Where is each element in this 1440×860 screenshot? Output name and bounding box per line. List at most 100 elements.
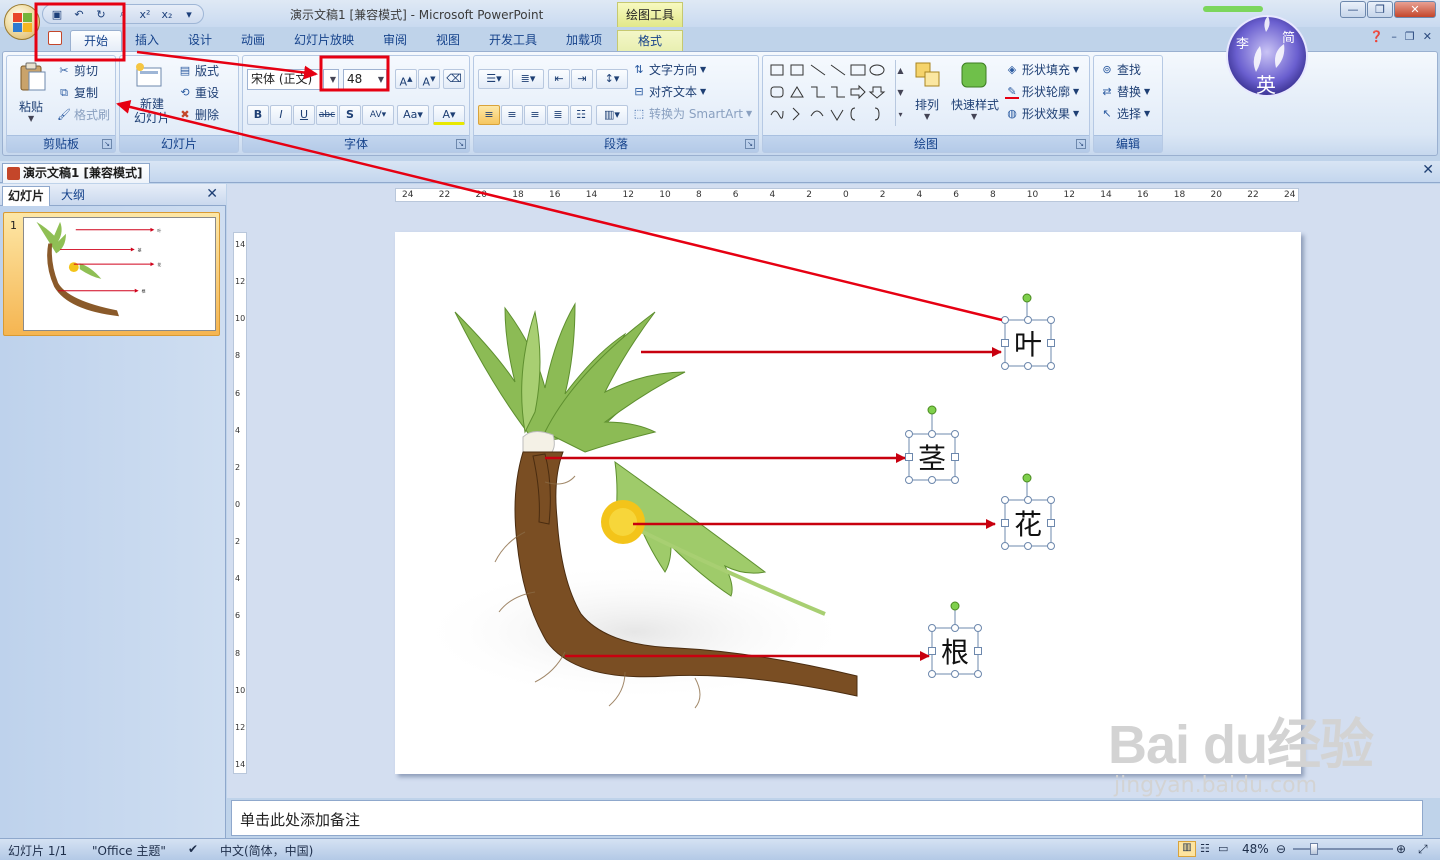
delete-slide-button[interactable]: ✖ 删除 bbox=[178, 106, 219, 123]
reset-button[interactable]: ⟲ 重设 bbox=[178, 84, 219, 101]
shapes-gallery-scroll[interactable]: ▲ ▼ ▾ bbox=[895, 60, 905, 126]
tab-view[interactable]: 视图 bbox=[428, 30, 468, 52]
tab-design[interactable]: 设计 bbox=[180, 30, 220, 52]
textbox-leaf[interactable]: 叶 bbox=[1001, 293, 1055, 370]
align-right-button[interactable]: ≡ bbox=[524, 105, 546, 125]
notes-pane[interactable]: 单击此处添加备注 bbox=[231, 800, 1423, 836]
font-name-arrow[interactable]: ▼ bbox=[323, 69, 339, 90]
office-button[interactable] bbox=[4, 4, 40, 40]
zoom-slider-thumb[interactable] bbox=[1310, 843, 1319, 855]
select-button[interactable]: ↖ 选择 ▼ bbox=[1100, 105, 1150, 122]
bullets-button[interactable]: ☰▾ bbox=[478, 69, 510, 89]
shadow-button[interactable]: S bbox=[339, 105, 361, 125]
slide-thumbnail-selected[interactable]: 1 叶 茎 花 根 bbox=[3, 212, 220, 336]
close-pane-icon[interactable]: ✕ bbox=[206, 186, 218, 202]
doc-minimize-icon[interactable]: – bbox=[1391, 30, 1397, 43]
customize-qat-icon[interactable]: ▾ bbox=[181, 7, 197, 21]
zoom-in-icon[interactable]: ⊕ bbox=[1396, 842, 1406, 856]
zoom-level[interactable]: 48% bbox=[1242, 842, 1269, 856]
strikethrough-button[interactable]: abc bbox=[316, 105, 338, 125]
layout-button[interactable]: ▤ 版式 bbox=[178, 62, 219, 79]
print-preview-icon[interactable]: ⌕ bbox=[115, 7, 131, 21]
clipboard-launcher-icon[interactable]: ↘ bbox=[102, 139, 112, 149]
slide-sorter-icon[interactable]: ☷ bbox=[1200, 842, 1210, 855]
copy-button[interactable]: ⧉ 复制 bbox=[57, 84, 98, 101]
redo-icon[interactable]: ↻ bbox=[93, 7, 109, 21]
font-launcher-icon[interactable]: ↘ bbox=[456, 139, 466, 149]
quick-styles-button[interactable]: 快速样式 ▼ bbox=[949, 60, 1001, 126]
shape-outline-button[interactable]: ✎ 形状轮廓 ▼ bbox=[1005, 83, 1079, 100]
italic-button[interactable]: I bbox=[270, 105, 292, 125]
slide-canvas[interactable]: 叶 茎 花 根 bbox=[395, 232, 1301, 774]
tab-animations[interactable]: 动画 bbox=[233, 30, 273, 52]
find-button[interactable]: ⊚ 查找 bbox=[1100, 61, 1141, 78]
change-case-button[interactable]: Aa▾ bbox=[397, 105, 429, 125]
superscript-icon[interactable]: x² bbox=[137, 7, 153, 21]
shape-effects-button[interactable]: ◍ 形状效果 ▼ bbox=[1005, 105, 1079, 122]
line-spacing-button[interactable]: ↕▾ bbox=[596, 69, 628, 89]
doc-restore-icon[interactable]: ❐ bbox=[1405, 30, 1415, 43]
close-button[interactable]: ✕ bbox=[1394, 1, 1436, 18]
numbering-button[interactable]: ≣▾ bbox=[512, 69, 544, 89]
tab-review[interactable]: 审阅 bbox=[375, 30, 415, 52]
dandelion-picture[interactable] bbox=[415, 302, 875, 720]
textbox-root[interactable]: 根 bbox=[928, 601, 982, 678]
doc-close-icon[interactable]: ✕ bbox=[1423, 30, 1432, 43]
underline-button[interactable]: U bbox=[293, 105, 315, 125]
distribute-button[interactable]: ☷ bbox=[570, 105, 592, 125]
subscript-icon[interactable]: x₂ bbox=[159, 7, 175, 21]
normal-view-icon[interactable]: ▥ bbox=[1178, 841, 1196, 857]
arrange-button[interactable]: 排列 ▼ bbox=[911, 60, 945, 126]
tab-slide-show[interactable]: 幻灯片放映 bbox=[288, 30, 360, 52]
justify-button[interactable]: ≣ bbox=[547, 105, 569, 125]
align-left-button[interactable]: ≡ bbox=[478, 105, 500, 125]
textbox-flower[interactable]: 花 bbox=[1001, 473, 1055, 550]
format-painter-button[interactable]: 🖌 格式刷 bbox=[57, 106, 110, 123]
shrink-font-button[interactable]: A▼ bbox=[418, 69, 440, 89]
cut-button[interactable]: ✂ 剪切 bbox=[57, 62, 98, 79]
zoom-out-icon[interactable]: ⊖ bbox=[1276, 842, 1286, 856]
font-color-button[interactable]: A▾ bbox=[433, 105, 465, 125]
convert-smartart-button[interactable]: ⬚ 转换为 SmartArt ▼ bbox=[632, 105, 752, 122]
slide-show-icon[interactable]: ▭ bbox=[1218, 842, 1228, 855]
minimize-button[interactable]: — bbox=[1340, 1, 1366, 18]
fit-to-window-icon[interactable]: ⤢ bbox=[1418, 842, 1428, 857]
decrease-indent-button[interactable]: ⇤ bbox=[548, 69, 570, 89]
new-slide-button[interactable]: 新建 幻灯片 bbox=[128, 60, 170, 130]
close-document-icon[interactable]: ✕ bbox=[1422, 162, 1434, 178]
grow-font-button[interactable]: A▲ bbox=[395, 69, 417, 89]
undo-icon[interactable]: ↶ bbox=[71, 7, 87, 21]
restore-button[interactable]: ❐ bbox=[1367, 1, 1393, 18]
shapes-gallery[interactable] bbox=[767, 60, 893, 126]
spell-check-icon[interactable]: ✔ bbox=[188, 842, 198, 856]
textbox-stem[interactable]: 茎 bbox=[905, 405, 959, 484]
clear-formatting-button[interactable]: ⌫ bbox=[443, 69, 465, 89]
drawing-launcher-icon[interactable]: ↘ bbox=[1076, 139, 1086, 149]
tab-format[interactable]: 格式 bbox=[617, 30, 683, 52]
align-center-button[interactable]: ≡ bbox=[501, 105, 523, 125]
tab-home[interactable]: 开始 bbox=[70, 30, 122, 52]
document-tab[interactable]: 演示文稿1 [兼容模式] bbox=[2, 163, 150, 183]
replace-button[interactable]: ⇄ 替换 ▼ bbox=[1100, 83, 1150, 100]
character-spacing-button[interactable]: AV▾ bbox=[362, 105, 394, 125]
text-direction-button[interactable]: ⇅ 文字方向 ▼ bbox=[632, 61, 706, 78]
align-text-button[interactable]: ⊟ 对齐文本 ▼ bbox=[632, 83, 706, 100]
paste-button[interactable]: 粘贴 ▼ bbox=[13, 60, 49, 128]
shape-fill-button[interactable]: ◈ 形状填充 ▼ bbox=[1005, 61, 1079, 78]
font-name-dropdown[interactable]: 宋体 (正文) bbox=[247, 69, 321, 90]
paste-dropdown-icon[interactable]: ▼ bbox=[28, 114, 34, 123]
zoom-slider[interactable] bbox=[1293, 843, 1393, 855]
tab-developer[interactable]: 开发工具 bbox=[480, 30, 546, 52]
help-icon[interactable]: ❓ bbox=[1370, 30, 1384, 43]
increase-indent-button[interactable]: ⇥ bbox=[571, 69, 593, 89]
tab-outline[interactable]: 大纲 bbox=[56, 186, 90, 206]
tab-insert[interactable]: 插入 bbox=[127, 30, 167, 52]
tab-add-ins[interactable]: 加载项 bbox=[558, 30, 610, 52]
save-icon[interactable]: ▣ bbox=[49, 7, 65, 21]
font-size-dropdown[interactable]: 48 ▼ bbox=[343, 69, 387, 90]
tab-slides[interactable]: 幻灯片 bbox=[2, 186, 51, 206]
columns-button[interactable]: ▥▾ bbox=[596, 105, 628, 125]
delete-icon: ✖ bbox=[180, 107, 190, 121]
bold-button[interactable]: B bbox=[247, 105, 269, 125]
paragraph-launcher-icon[interactable]: ↘ bbox=[745, 139, 755, 149]
